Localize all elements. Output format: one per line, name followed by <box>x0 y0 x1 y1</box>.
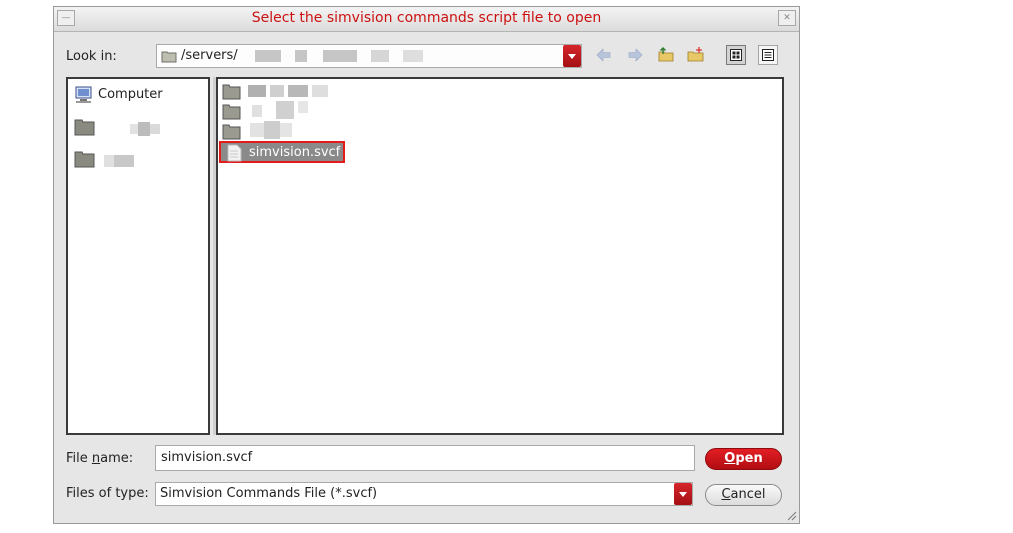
file-list: simvision.svcf <box>216 77 784 435</box>
look-in-path: /servers/ <box>181 48 238 63</box>
redacted-label <box>114 155 134 167</box>
redacted-name <box>270 85 284 97</box>
file-name-value: simvision.svcf <box>161 450 253 465</box>
look-in-label: Look in: <box>66 49 117 64</box>
redacted-name <box>252 105 262 117</box>
computer-icon <box>75 86 92 103</box>
resize-grip-icon[interactable] <box>785 509 797 521</box>
file-type-dropdown-button[interactable] <box>674 483 692 505</box>
folder-icon <box>161 51 177 63</box>
sidebar-item-folder[interactable] <box>74 117 174 139</box>
redacted-name <box>250 123 264 137</box>
detail-view-icon[interactable] <box>758 45 778 65</box>
redacted-name <box>298 101 308 113</box>
redacted-label <box>138 122 150 136</box>
cancel-button[interactable]: Cancel <box>705 484 782 506</box>
title-bar[interactable]: — Select the simvision commands script f… <box>54 7 799 32</box>
redacted-path-segment <box>323 50 357 62</box>
redacted-label <box>130 124 138 134</box>
look-in-combo[interactable]: /servers/ <box>156 44 582 68</box>
redacted-path-segment <box>255 50 281 62</box>
dialog-title: Select the simvision commands script fil… <box>251 10 602 26</box>
places-sidebar: Computer <box>66 77 217 435</box>
file-type-label: Files of type: <box>66 486 149 501</box>
file-type-combo[interactable]: Simvision Commands File (*.svcf) <box>155 482 693 506</box>
list-view-icon[interactable] <box>726 45 746 65</box>
file-name-input[interactable]: simvision.svcf <box>155 445 695 471</box>
redacted-name <box>264 121 280 139</box>
folder-icon <box>74 119 95 136</box>
close-icon[interactable]: ✕ <box>778 10 796 26</box>
document-icon <box>227 144 242 162</box>
redacted-path-segment <box>295 50 307 62</box>
sidebar-item-label: Computer <box>98 87 163 102</box>
open-button[interactable]: Open <box>705 448 782 470</box>
back-arrow-icon[interactable] <box>594 45 614 65</box>
redacted-name <box>288 85 308 97</box>
redacted-name <box>276 101 294 119</box>
redacted-name <box>312 85 328 97</box>
parent-folder-icon[interactable] <box>656 45 676 65</box>
list-item-folder[interactable] <box>222 81 342 101</box>
file-name: simvision.svcf <box>249 145 341 160</box>
list-item-file-selected[interactable]: simvision.svcf <box>219 141 345 163</box>
sidebar-item-folder[interactable] <box>74 149 174 171</box>
file-name-label: File name: <box>66 451 134 466</box>
list-item-folder[interactable] <box>222 121 342 141</box>
folder-icon <box>222 84 241 100</box>
file-open-dialog: — Select the simvision commands script f… <box>53 6 800 524</box>
forward-arrow-icon[interactable] <box>625 45 645 65</box>
redacted-label <box>150 124 160 134</box>
list-item-folder[interactable] <box>222 101 342 121</box>
new-folder-icon[interactable] <box>686 45 706 65</box>
folder-icon <box>222 104 241 120</box>
file-type-value: Simvision Commands File (*.svcf) <box>160 486 378 501</box>
redacted-name <box>248 85 266 97</box>
folder-icon <box>222 124 241 140</box>
look-in-dropdown-button[interactable] <box>563 45 581 67</box>
sidebar-item-computer[interactable]: Computer <box>74 85 204 107</box>
redacted-name <box>280 123 292 137</box>
redacted-path-segment <box>371 50 389 62</box>
redacted-path-segment <box>403 50 423 62</box>
folder-icon <box>74 151 95 168</box>
redacted-label <box>104 155 114 167</box>
